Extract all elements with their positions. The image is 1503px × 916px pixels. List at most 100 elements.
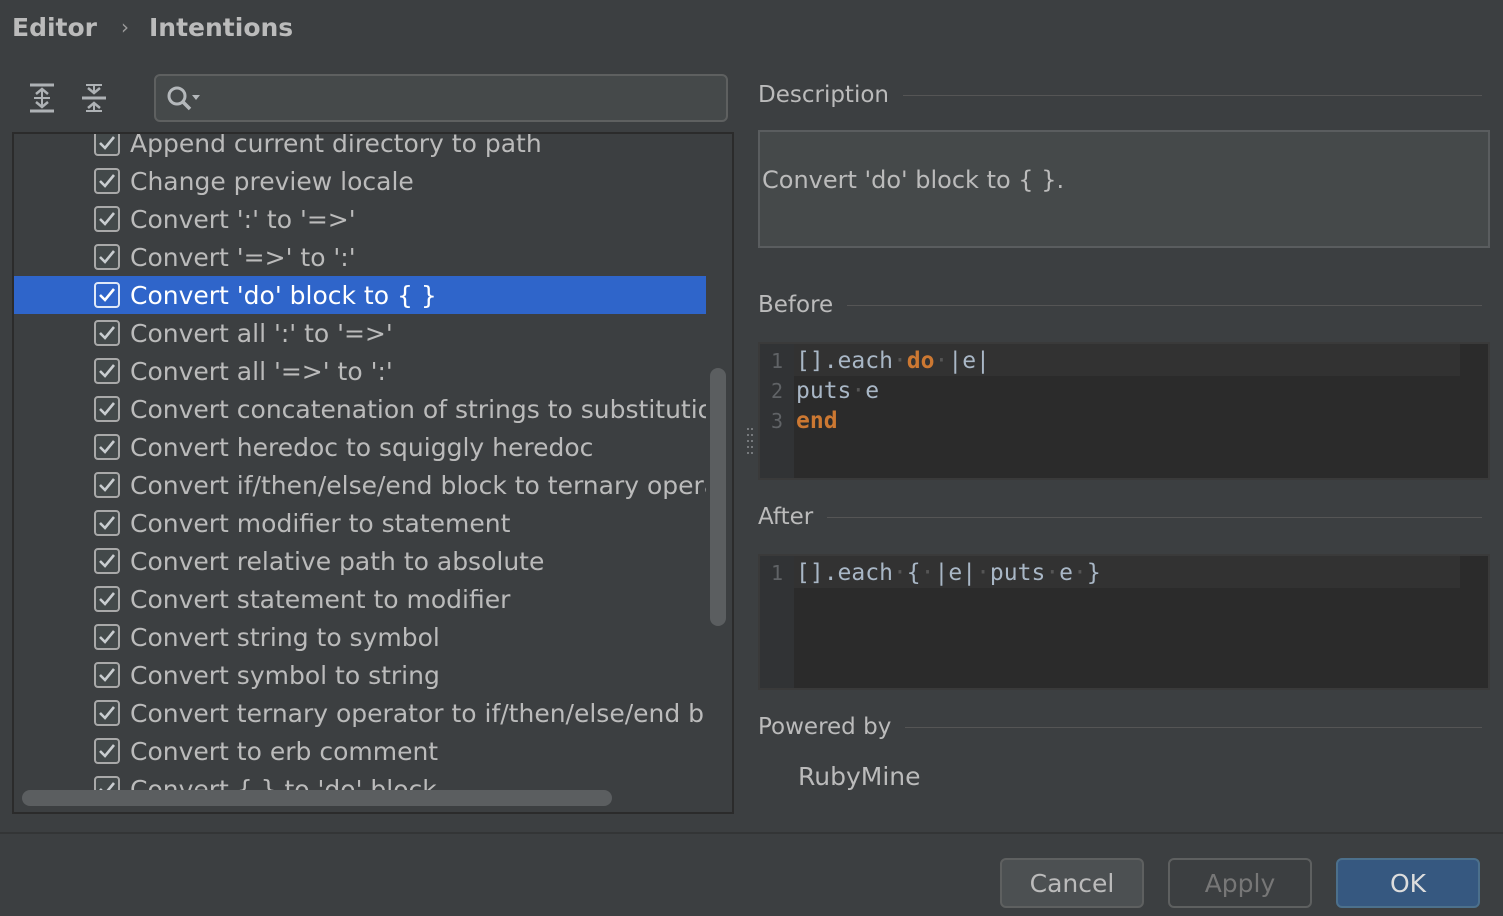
breadcrumb-parent[interactable]: Editor [12,13,97,42]
whitespace-marker: · [934,348,949,374]
intention-row[interactable]: Convert '=>' to ':' [14,238,706,276]
intention-checkbox[interactable] [94,624,120,650]
intention-checkbox[interactable] [94,510,120,536]
intention-checkbox[interactable] [94,244,120,270]
breadcrumb-separator-icon: › [121,15,129,39]
intention-label: Change preview locale [130,166,414,196]
line-number: 1 [770,349,784,373]
intention-row[interactable]: Convert modifier to statement [14,504,706,542]
intention-label: Convert symbol to string [130,660,440,690]
checkmark-icon [99,630,116,644]
checkmark-icon [99,174,116,188]
vertical-scrollbar[interactable] [710,368,726,626]
code-token: { [906,560,921,586]
whitespace-marker: · [1045,560,1060,586]
description-section-title: Description [758,82,1482,108]
description-text: Convert 'do' block to { }. [762,166,1065,194]
intention-label: Convert string to symbol [130,622,440,652]
intention-row[interactable]: Convert symbol to string [14,656,706,694]
whitespace-marker: · [892,348,907,374]
whitespace-marker: · [976,560,990,586]
divider [905,726,1482,728]
divider [903,94,1482,96]
intention-label: Convert modifier to statement [130,508,511,538]
search-input[interactable] [212,82,712,114]
intention-label: Convert statement to modifier [130,584,511,614]
intention-row[interactable]: Append current directory to path [14,132,706,162]
intention-checkbox[interactable] [94,586,120,612]
divider [827,516,1482,518]
powered-by-name: RubyMine [798,762,921,791]
whitespace-marker: · [1073,560,1087,586]
intention-checkbox[interactable] [94,662,120,688]
description-title: Description [758,82,889,108]
intention-row[interactable]: Convert relative path to absolute [14,542,706,580]
checkmark-icon [99,326,116,340]
intention-row[interactable]: Convert to erb comment [14,732,706,770]
code-text: puts·e [796,378,879,404]
intention-label: Append current directory to path [130,132,542,158]
intention-checkbox[interactable] [94,206,120,232]
intention-checkbox[interactable] [94,434,120,460]
code-token: puts [989,560,1046,586]
collapse-all-button[interactable] [74,78,114,118]
intention-row[interactable]: Change preview locale [14,162,706,200]
code-token: |e| [948,348,990,374]
checkmark-icon [99,212,116,226]
intention-row[interactable]: Convert all ':' to '=>' [14,314,706,352]
code-line: 2 puts·e [760,376,1460,406]
intention-label: Convert all ':' to '=>' [130,318,393,348]
after-code-preview: 1 [].each·{·|e|·puts·e·} [758,554,1490,690]
checkmark-icon [99,288,116,302]
powered-by-section-title: Powered by [758,714,1482,740]
code-line: 1 [].each·do·|e| [760,346,1460,376]
intention-checkbox[interactable] [94,396,120,422]
intention-checkbox[interactable] [94,472,120,498]
line-number: 1 [770,561,784,585]
intention-checkbox[interactable] [94,700,120,726]
intention-row[interactable]: Convert if/then/else/end block to ternar… [14,466,706,504]
cancel-button[interactable]: Cancel [1000,858,1144,908]
search-icon[interactable] [166,85,204,117]
breadcrumb-current: Intentions [149,12,294,42]
intentions-list: Append current directory to path Change p… [14,132,706,808]
checkmark-icon [99,516,116,530]
horizontal-scrollbar[interactable] [22,790,612,806]
keyword-token: end [796,408,838,434]
intention-row[interactable]: Convert 'do' block to { } [14,276,706,314]
intention-checkbox[interactable] [94,358,120,384]
whitespace-marker: · [851,378,866,404]
intention-checkbox[interactable] [94,282,120,308]
intention-row[interactable]: Convert ':' to '=>' [14,200,706,238]
code-token: puts [796,378,852,404]
intention-label: Convert if/then/else/end block to ternar… [130,470,706,500]
code-token: [].each [796,348,893,374]
footer-divider [0,832,1503,834]
expand-all-button[interactable] [22,78,62,118]
search-field[interactable] [154,74,728,122]
checkmark-icon [99,250,116,264]
intention-checkbox[interactable] [94,320,120,346]
intention-checkbox[interactable] [94,548,120,574]
intention-row[interactable]: Convert concatenation of strings to subs… [14,390,706,428]
intention-checkbox[interactable] [94,134,120,156]
breadcrumb: Editor › Intentions [12,10,293,44]
intention-label: Convert ':' to '=>' [130,204,356,234]
intention-label: Convert to erb comment [130,736,439,766]
code-token: e [1059,560,1074,586]
expand-all-icon [30,83,54,113]
intention-row[interactable]: Convert statement to modifier [14,580,706,618]
intention-checkbox[interactable] [94,168,120,194]
intention-checkbox[interactable] [94,738,120,764]
whitespace-marker: · [892,560,907,586]
intentions-tree[interactable]: Append current directory to path Change p… [12,132,734,814]
intention-row[interactable]: Convert string to symbol [14,618,706,656]
code-line: 3 end [760,406,1460,436]
ok-button[interactable]: OK [1336,858,1480,908]
intention-row[interactable]: Convert heredoc to squiggly heredoc [14,428,706,466]
before-section-title: Before [758,292,1482,318]
intention-row[interactable]: Convert all '=>' to ':' [14,352,706,390]
splitter-handle[interactable] [746,426,754,462]
intention-row[interactable]: Convert ternary operator to if/then/else… [14,694,706,732]
apply-button[interactable]: Apply [1168,858,1312,908]
